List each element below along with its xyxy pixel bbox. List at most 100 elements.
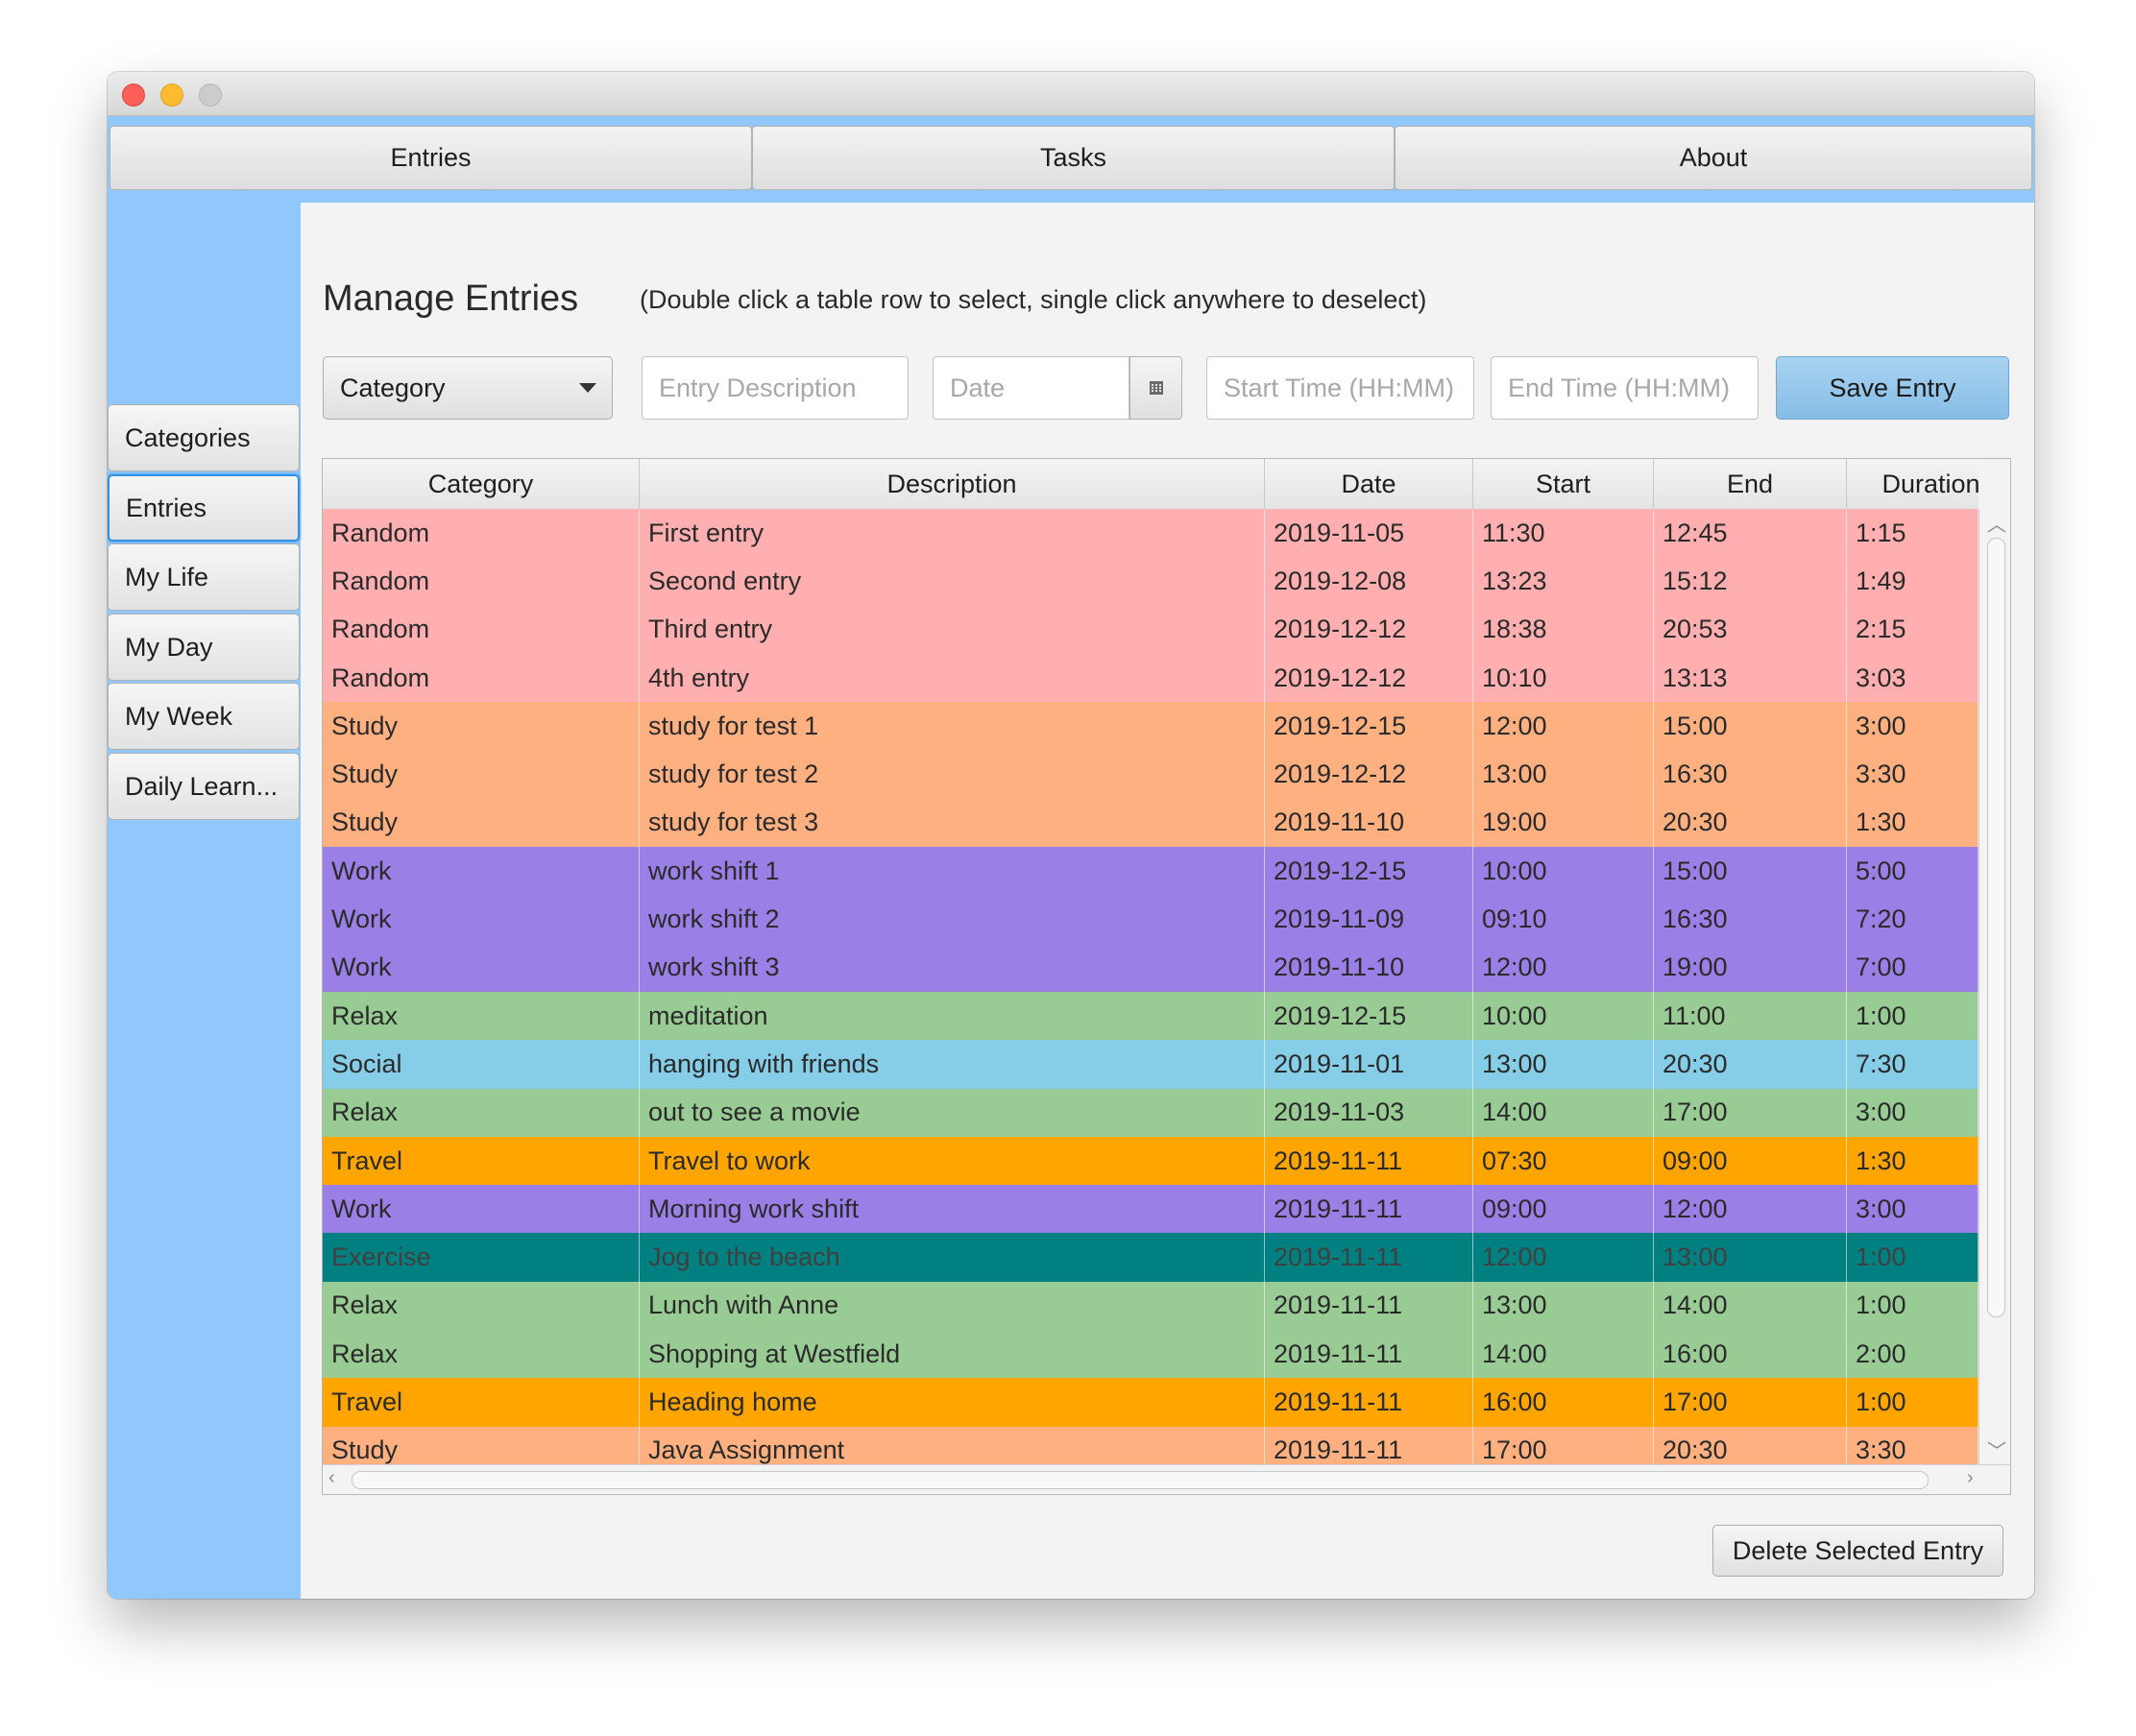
cell-description: work shift 2 xyxy=(640,895,1265,944)
entry-description-input[interactable] xyxy=(642,356,909,420)
cell-category: Exercise xyxy=(323,1233,640,1282)
table-row[interactable]: Random First entry 2019-11-05 11:30 12:45 1:1… xyxy=(323,509,1978,558)
category-dropdown[interactable]: Category xyxy=(323,356,613,420)
tab-entries[interactable]: Entries xyxy=(109,126,752,190)
cell-start: 13:00 xyxy=(1473,750,1654,799)
table-row[interactable]: Study Java Assignment 2019-11-11 17:00 20:30… xyxy=(323,1426,1978,1464)
minimize-window-icon[interactable] xyxy=(160,84,183,107)
table-row[interactable]: Random 4th entry 2019-12-12 10:10 13:13 3:03 xyxy=(323,653,1978,703)
column-header-date[interactable]: Date xyxy=(1265,459,1473,509)
table-row[interactable]: Study study for test 3 2019-11-10 19:00 20:3… xyxy=(323,798,1978,848)
table-row[interactable]: Study study for test 2 2019-12-12 13:00 16:3… xyxy=(323,750,1978,799)
cell-category: Work xyxy=(323,895,640,944)
cell-date: 2019-11-05 xyxy=(1265,509,1473,558)
date-input[interactable] xyxy=(933,356,1129,420)
cell-end: 15:12 xyxy=(1654,557,1847,606)
table-row[interactable]: Work work shift 2 2019-11-09 09:10 16:30 7:20 xyxy=(323,895,1978,944)
vertical-scrollbar[interactable]: ︿ ﹀ xyxy=(1978,509,2010,1464)
sidebar-item-my-life[interactable]: My Life xyxy=(108,543,300,611)
table-row[interactable]: Work work shift 3 2019-11-10 12:00 19:00 7:00 xyxy=(323,943,1978,992)
table-row[interactable]: Travel Travel to work 2019-11-11 07:30 09:00… xyxy=(323,1136,1978,1186)
cell-duration: 7:00 xyxy=(1847,943,1978,992)
cell-end: 19:00 xyxy=(1654,943,1847,992)
cell-description: study for test 1 xyxy=(640,702,1265,751)
delete-selected-entry-button[interactable]: Delete Selected Entry xyxy=(1712,1525,2003,1577)
cell-end: 09:00 xyxy=(1654,1136,1847,1186)
tab-about[interactable]: About xyxy=(1395,126,2032,190)
cell-duration: 7:30 xyxy=(1847,1040,1978,1089)
cell-date: 2019-12-12 xyxy=(1265,750,1473,799)
cell-category: Work xyxy=(323,943,640,992)
cell-category: Relax xyxy=(323,1330,640,1379)
cell-start: 10:00 xyxy=(1473,847,1654,896)
top-tab-bar: Entries Tasks About xyxy=(108,126,2034,190)
cell-description: First entry xyxy=(640,509,1265,558)
title-bar xyxy=(108,72,2034,116)
cell-duration: 7:20 xyxy=(1847,895,1978,944)
cell-end: 12:45 xyxy=(1654,509,1847,558)
cell-date: 2019-11-11 xyxy=(1265,1281,1473,1331)
column-header-start[interactable]: Start xyxy=(1473,459,1654,509)
cell-start: 09:10 xyxy=(1473,895,1654,944)
cell-start: 12:00 xyxy=(1473,1233,1654,1282)
cell-description: hanging with friends xyxy=(640,1040,1265,1089)
close-window-icon[interactable] xyxy=(122,84,145,107)
scroll-right-icon[interactable]: › xyxy=(1967,1467,1974,1489)
table-row[interactable]: Random Third entry 2019-12-12 18:38 20:53 2:1… xyxy=(323,605,1978,654)
calendar-button[interactable] xyxy=(1129,356,1182,420)
cell-duration: 3:00 xyxy=(1847,1185,1978,1234)
cell-end: 20:30 xyxy=(1654,1040,1847,1089)
vertical-scroll-thumb[interactable] xyxy=(1987,538,2005,1317)
table-row[interactable]: Relax meditation 2019-12-15 10:00 11:00 1:00 xyxy=(323,991,1978,1041)
sidebar-item-my-week[interactable]: My Week xyxy=(108,683,300,750)
table-row[interactable]: Work Morning work shift 2019-11-11 09:00 12:… xyxy=(323,1185,1978,1234)
sidebar-item-daily-learning[interactable]: Daily Learn... xyxy=(108,753,300,820)
column-header-category[interactable]: Category xyxy=(323,459,640,509)
column-header-description[interactable]: Description xyxy=(640,459,1265,509)
maximize-window-icon[interactable] xyxy=(199,84,222,107)
horizontal-scrollbar[interactable]: ‹ › xyxy=(323,1464,2010,1494)
cell-date: 2019-12-15 xyxy=(1265,847,1473,896)
cell-end: 16:30 xyxy=(1654,750,1847,799)
page-title: Manage Entries xyxy=(323,278,579,319)
tab-tasks[interactable]: Tasks xyxy=(752,126,1395,190)
scroll-up-icon[interactable]: ︿ xyxy=(1987,509,2006,537)
cell-duration: 3:00 xyxy=(1847,702,1978,751)
table-row[interactable]: Random Second entry 2019-12-08 13:23 15:12 1:… xyxy=(323,557,1978,606)
table-row[interactable]: Work work shift 1 2019-12-15 10:00 15:00 5:00 xyxy=(323,847,1978,896)
cell-date: 2019-11-09 xyxy=(1265,895,1473,944)
table-row[interactable]: Social hanging with friends 2019-11-01 13:0… xyxy=(323,1040,1978,1089)
cell-date: 2019-12-12 xyxy=(1265,605,1473,654)
cell-category: Study xyxy=(323,702,640,751)
cell-date: 2019-12-15 xyxy=(1265,991,1473,1041)
sidebar-item-my-day[interactable]: My Day xyxy=(108,614,300,681)
horizontal-scroll-thumb[interactable] xyxy=(352,1471,1929,1489)
start-time-input[interactable] xyxy=(1206,356,1474,420)
table-row[interactable]: Travel Heading home 2019-11-11 16:00 17:00 1:… xyxy=(323,1378,1978,1427)
cell-end: 11:00 xyxy=(1654,991,1847,1041)
cell-description: study for test 2 xyxy=(640,750,1265,799)
cell-end: 20:53 xyxy=(1654,605,1847,654)
column-header-end[interactable]: End xyxy=(1654,459,1847,509)
save-entry-button[interactable]: Save Entry xyxy=(1776,356,2009,420)
sidebar-item-categories[interactable]: Categories xyxy=(108,404,300,471)
column-header-duration[interactable]: Duration xyxy=(1847,459,2010,509)
cell-category: Work xyxy=(323,847,640,896)
table-row[interactable]: Relax Lunch with Anne 2019-11-11 13:00 14:00… xyxy=(323,1281,1978,1331)
cell-category: Relax xyxy=(323,1281,640,1331)
cell-date: 2019-11-11 xyxy=(1265,1136,1473,1186)
table-row[interactable]: Exercise Jog to the beach 2019-11-11 12:00 1… xyxy=(323,1233,1978,1282)
sidebar-item-entries[interactable]: Entries xyxy=(108,474,300,542)
entries-table[interactable]: Category Description Date Start End Dura… xyxy=(322,458,2011,1495)
table-row[interactable]: Study study for test 1 2019-12-15 12:00 15:0… xyxy=(323,702,1978,751)
cell-description: Jog to the beach xyxy=(640,1233,1265,1282)
cell-duration: 1:00 xyxy=(1847,1233,1978,1282)
end-time-input[interactable] xyxy=(1491,356,1759,420)
table-row[interactable]: Relax Shopping at Westfield 2019-11-11 14:0… xyxy=(323,1330,1978,1379)
scroll-left-icon[interactable]: ‹ xyxy=(328,1467,335,1489)
instruction-text: (Double click a table row to select, sin… xyxy=(640,285,1427,314)
cell-description: work shift 3 xyxy=(640,943,1265,992)
cell-end: 20:30 xyxy=(1654,1426,1847,1464)
table-row[interactable]: Relax out to see a movie 2019-11-03 14:00 17… xyxy=(323,1088,1978,1137)
scroll-down-icon[interactable]: ﹀ xyxy=(1987,1435,2006,1463)
